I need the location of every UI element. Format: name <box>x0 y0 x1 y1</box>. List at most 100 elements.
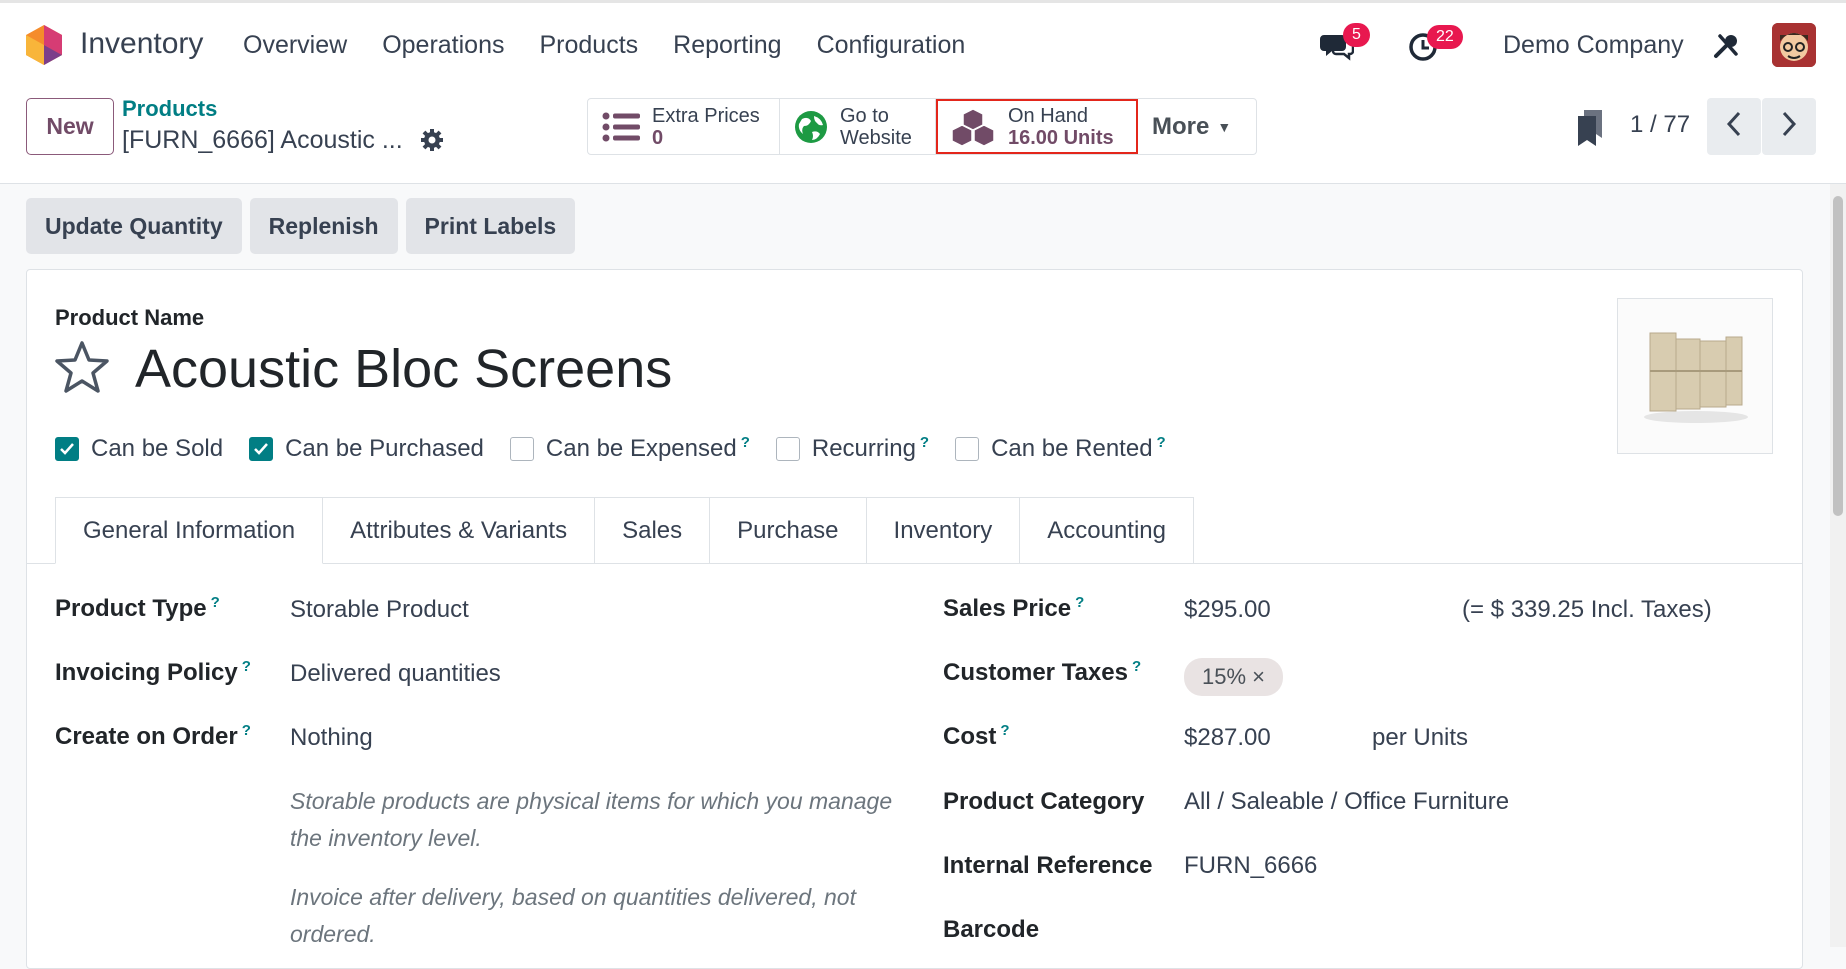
can-be-purchased-label: Can be Purchased <box>285 434 484 462</box>
pager-next-button[interactable] <box>1762 98 1816 155</box>
product-type-label: Product Type? <box>55 594 220 622</box>
control-panel: New Products [FURN_6666] Acoustic ... Ex… <box>0 86 1846 184</box>
cost-input[interactable]: $287.00 <box>1184 724 1271 752</box>
extra-prices-value: 0 <box>652 126 664 149</box>
create-on-order-label: Create on Order? <box>55 722 251 750</box>
tab-accounting[interactable]: Accounting <box>1020 497 1194 564</box>
gear-icon[interactable] <box>420 128 444 157</box>
checkbox-empty-icon <box>775 436 800 461</box>
product-form-sheet: Product Name Acoustic Bloc Screens Can b… <box>26 269 1803 969</box>
odoo-logo-icon[interactable] <box>26 25 62 70</box>
user-avatar[interactable] <box>1772 23 1816 67</box>
recurring-label: Recurring? <box>811 434 930 462</box>
company-switcher[interactable]: Demo Company <box>1503 31 1684 60</box>
help-tooltip-icon[interactable]: ? <box>741 434 750 451</box>
page-scrollbar[interactable] <box>1830 184 1846 947</box>
help-tooltip-icon[interactable]: ? <box>1132 658 1141 675</box>
barcode-label: Barcode <box>943 916 1040 943</box>
on-hand-value: 16.00 Units <box>1008 126 1114 149</box>
help-tooltip-icon[interactable]: ? <box>1075 594 1084 611</box>
menu-overview[interactable]: Overview <box>243 31 347 60</box>
list-icon <box>602 112 640 141</box>
update-quantity-button[interactable]: Update Quantity <box>26 198 242 254</box>
cubes-icon <box>951 107 995 146</box>
smart-buttons: Extra Prices 0 Go to Website On Hand 16.… <box>587 98 1257 155</box>
product-type-help-text: Storable products are physical items for… <box>290 788 893 851</box>
help-tooltip-icon[interactable]: ? <box>242 722 251 739</box>
invoicing-policy-select[interactable]: Delivered quantities <box>290 660 501 688</box>
replenish-button[interactable]: Replenish <box>249 198 398 254</box>
tab-sales[interactable]: Sales <box>595 497 711 564</box>
more-dropdown[interactable]: More ▼ <box>1138 99 1256 154</box>
product-type-select[interactable]: Storable Product <box>290 596 469 624</box>
app-name[interactable]: Inventory <box>80 27 203 61</box>
pager-value[interactable]: 1 / 77 <box>1630 111 1690 139</box>
sales-price-label: Sales Price? <box>943 594 1085 622</box>
product-name-input[interactable]: Acoustic Bloc Screens <box>135 338 672 400</box>
customer-taxes-label: Customer Taxes? <box>943 658 1142 686</box>
cost-unit: per Units <box>1372 724 1469 751</box>
price-incl-taxes: (= $ 339.25 Incl. Taxes) <box>1462 596 1712 623</box>
create-on-order-select[interactable]: Nothing <box>290 724 373 752</box>
can-be-expensed-checkbox[interactable]: Can be Expensed? <box>509 434 750 463</box>
help-tooltip-icon[interactable]: ? <box>211 594 220 611</box>
tab-attributes-variants[interactable]: Attributes & Variants <box>323 497 596 564</box>
extra-prices-label: Extra Prices <box>652 104 760 127</box>
print-labels-button[interactable]: Print Labels <box>405 198 576 254</box>
tab-general-information[interactable]: General Information <box>55 497 324 564</box>
cost-label: Cost? <box>943 722 1010 750</box>
bookmark-icon[interactable] <box>1576 110 1604 151</box>
extra-prices-button[interactable]: Extra Prices 0 <box>588 99 780 154</box>
on-hand-button[interactable]: On Hand 16.00 Units <box>936 99 1138 154</box>
chevron-right-icon <box>1781 111 1797 142</box>
invoicing-policy-help-text: Invoice after delivery, based on quantit… <box>290 884 856 947</box>
help-tooltip-icon[interactable]: ? <box>920 434 929 451</box>
menu-reporting[interactable]: Reporting <box>673 31 781 60</box>
help-tooltip-icon[interactable]: ? <box>242 658 251 675</box>
scrollbar-thumb[interactable] <box>1833 196 1843 516</box>
record-title: [FURN_6666] Acoustic ... <box>122 126 403 154</box>
recurring-checkbox[interactable]: Recurring? <box>775 434 930 463</box>
website-label-line2: Website <box>840 126 912 149</box>
can-be-rented-label: Can be Rented? <box>991 434 1166 462</box>
tax-tag[interactable]: 15% × <box>1184 658 1283 696</box>
can-be-sold-label: Can be Sold <box>91 434 224 462</box>
checkbox-checked-icon <box>55 436 79 461</box>
debug-tools-icon[interactable] <box>1712 32 1740 65</box>
sales-price-input[interactable]: $295.00 <box>1184 596 1271 624</box>
product-options: Can be Sold Can be Purchased Can be Expe… <box>55 434 1166 463</box>
product-image[interactable] <box>1617 298 1773 454</box>
new-button[interactable]: New <box>26 98 114 155</box>
help-tooltip-icon[interactable]: ? <box>1157 434 1166 451</box>
top-navbar: Inventory Overview Operations Products R… <box>0 0 1846 86</box>
breadcrumb-products[interactable]: Products <box>122 96 217 122</box>
more-label: More <box>1152 112 1210 140</box>
can-be-purchased-checkbox[interactable]: Can be Purchased <box>249 434 484 463</box>
tab-purchase[interactable]: Purchase <box>710 497 867 564</box>
activity-count-badge: 22 <box>1427 25 1463 49</box>
can-be-expensed-label: Can be Expensed? <box>545 434 750 462</box>
checkbox-empty-icon <box>509 436 534 461</box>
help-tooltip-icon[interactable]: ? <box>1000 722 1009 739</box>
checkbox-checked-icon <box>249 436 274 461</box>
caret-down-icon: ▼ <box>1217 118 1232 135</box>
pager-previous-button[interactable] <box>1707 98 1761 155</box>
can-be-sold-checkbox[interactable]: Can be Sold <box>55 434 223 463</box>
menu-products[interactable]: Products <box>539 31 638 60</box>
menu-configuration[interactable]: Configuration <box>817 31 966 60</box>
favorite-star-icon[interactable] <box>54 340 110 399</box>
form-tabs: General Information Attributes & Variant… <box>55 497 1194 564</box>
main-menu: Overview Operations Products Reporting C… <box>243 31 965 60</box>
menu-operations[interactable]: Operations <box>382 31 504 60</box>
on-hand-label: On Hand <box>1008 104 1089 127</box>
invoicing-policy-label: Invoicing Policy? <box>55 658 251 686</box>
chevron-left-icon <box>1726 111 1742 142</box>
product-category-input[interactable]: All / Saleable / Office Furniture <box>1184 788 1509 816</box>
website-label-line1: Go to <box>840 104 889 127</box>
can-be-rented-checkbox[interactable]: Can be Rented? <box>955 434 1166 463</box>
go-to-website-button[interactable]: Go to Website <box>780 99 936 154</box>
internal-reference-label: Internal Reference <box>943 852 1153 879</box>
tab-inventory[interactable]: Inventory <box>866 497 1021 564</box>
internal-reference-input[interactable]: FURN_6666 <box>1184 852 1317 880</box>
chat-count-badge: 5 <box>1343 23 1370 47</box>
